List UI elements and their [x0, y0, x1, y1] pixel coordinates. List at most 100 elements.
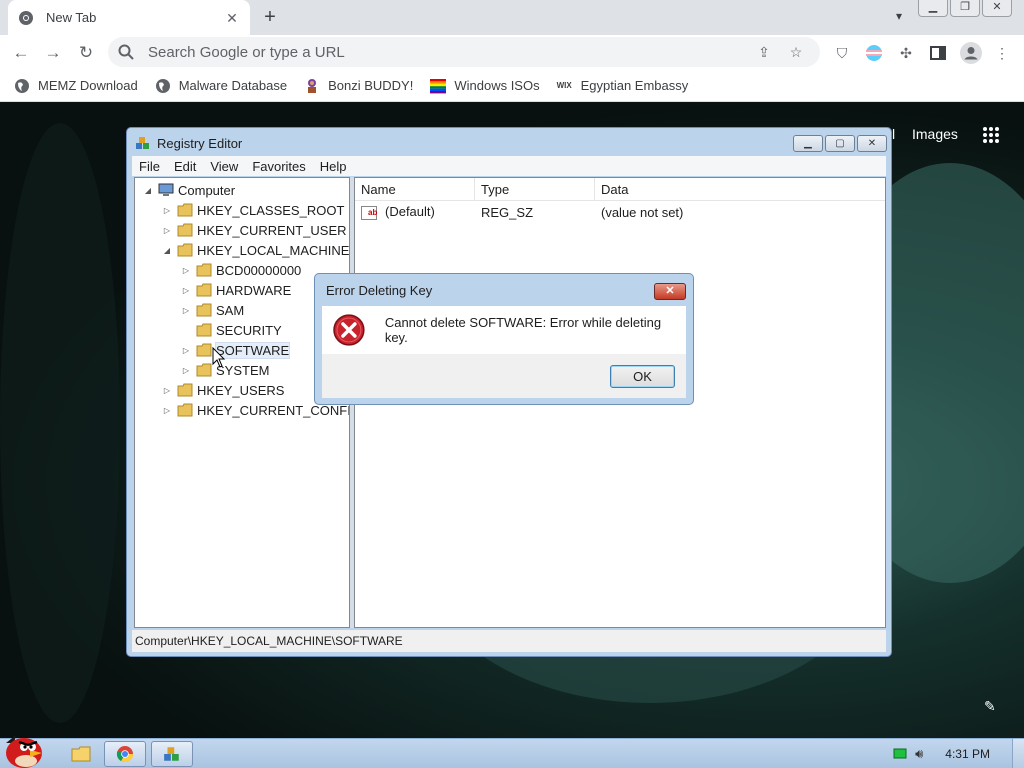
tree-label: HKEY_LOCAL_MACHINE — [197, 242, 350, 258]
back-arrow-icon[interactable]: ← — [10, 42, 32, 64]
address-bar[interactable]: Search Google or type a URL ⇪ ☆ — [108, 37, 820, 67]
google-apps-grid-icon[interactable] — [982, 126, 1000, 144]
tree-label: SOFTWARE — [214, 341, 291, 359]
tab-title: New Tab — [46, 10, 97, 25]
expand-arrow-icon[interactable]: ▷ — [181, 306, 191, 315]
taskbar-explorer[interactable] — [60, 741, 102, 767]
expand-arrow-icon[interactable]: ▷ — [162, 386, 172, 395]
tree-node-hkcu[interactable]: ▷ HKEY_CURRENT_USER — [162, 221, 347, 239]
bookmark-label: MEMZ Download — [38, 78, 138, 93]
expand-arrow-icon[interactable]: ▷ — [181, 286, 191, 295]
bookmark-windows-isos[interactable]: Windows ISOs — [430, 78, 540, 94]
restore-button[interactable]: ❐ — [950, 0, 980, 17]
status-path: Computer\HKEY_LOCAL_MACHINE\SOFTWARE — [135, 634, 403, 648]
tab-search-chevron-icon[interactable]: ▾ — [896, 9, 902, 23]
profile-avatar-icon[interactable] — [960, 42, 982, 64]
regedit-cubes-icon — [136, 137, 149, 149]
folder-icon — [177, 223, 193, 237]
kebab-menu-icon[interactable]: ⋮ — [993, 44, 1011, 62]
tree-node-bcd[interactable]: ▷ BCD00000000 — [181, 261, 301, 279]
expand-arrow-icon[interactable]: ▷ — [181, 366, 191, 375]
tree-node-hklm[interactable]: ◢ HKEY_LOCAL_MACHINE — [162, 241, 349, 259]
tree-label: SAM — [216, 302, 245, 318]
menu-help[interactable]: Help — [313, 159, 354, 174]
volume-speaker-icon[interactable]: 🔊︎ — [915, 746, 923, 762]
tree-label: HKEY_USERS — [197, 382, 285, 398]
angry-bird-start-icon[interactable] — [0, 733, 50, 768]
tree-node-hku[interactable]: ▷ HKEY_USERS — [162, 381, 285, 399]
bookmark-bonzi-buddy[interactable]: Bonzi BUDDY! — [304, 78, 413, 94]
status-bar: Computer\HKEY_LOCAL_MACHINE\SOFTWARE — [132, 630, 886, 652]
regedit-minimize-button[interactable]: ▁ — [793, 135, 823, 152]
clock[interactable]: 4:31 PM — [945, 747, 990, 761]
gmail-link-partial[interactable]: l — [892, 126, 895, 142]
column-header-name[interactable]: Name — [355, 178, 475, 200]
error-dialog-titlebar[interactable]: Error Deleting Key — [315, 274, 693, 306]
system-tray: 🔊︎ 4:31 PM — [893, 739, 1024, 768]
tree-node-computer[interactable]: ◢ Computer — [143, 181, 235, 199]
column-header-type[interactable]: Type — [475, 178, 595, 200]
side-panel-icon[interactable] — [929, 44, 947, 62]
menu-view[interactable]: View — [203, 159, 245, 174]
taskbar-regedit[interactable] — [151, 741, 193, 767]
value-data: (value not set) — [601, 204, 684, 220]
tree-node-security[interactable]: SECURITY — [181, 321, 282, 339]
wix-icon: WIX — [556, 80, 572, 90]
tab-strip: New Tab ✕ + ▾ ▁ ❐ ✕ — [0, 0, 1024, 35]
taskbar-chrome[interactable] — [104, 741, 146, 767]
bookmarks-bar: MEMZ Download Malware Database Bonzi BUD… — [0, 70, 1024, 102]
error-message: Cannot delete SOFTWARE: Error while dele… — [384, 315, 662, 345]
new-tab-button[interactable]: + — [260, 7, 280, 27]
mouse-cursor-icon — [212, 347, 226, 368]
explorer-folder-icon — [71, 746, 91, 762]
menu-favorites[interactable]: Favorites — [245, 159, 312, 174]
expand-arrow-icon[interactable]: ▷ — [162, 206, 172, 215]
share-icon[interactable]: ⇪ — [756, 44, 772, 60]
minimize-button[interactable]: ▁ — [918, 0, 948, 17]
rainbow-flag-icon — [430, 78, 447, 93]
menu-edit[interactable]: Edit — [167, 159, 203, 174]
bookmark-star-icon[interactable]: ☆ — [788, 44, 804, 60]
folder-icon — [196, 303, 212, 317]
expand-arrow-icon[interactable]: ▷ — [162, 406, 172, 415]
tree-node-hkcr[interactable]: ▷ HKEY_CLASSES_ROOT — [162, 201, 344, 219]
tree-node-software[interactable]: ▷ SOFTWARE — [181, 341, 291, 359]
forward-arrow-icon[interactable]: → — [42, 42, 64, 64]
reload-icon[interactable]: ↻ — [75, 42, 97, 64]
folder-icon — [196, 343, 212, 357]
close-window-button[interactable]: ✕ — [982, 0, 1012, 17]
expand-arrow-icon[interactable]: ▷ — [181, 266, 191, 275]
collapse-arrow-icon[interactable]: ◢ — [162, 246, 172, 255]
expand-arrow-icon[interactable]: ▷ — [181, 346, 191, 355]
show-desktop-button[interactable] — [1012, 739, 1024, 768]
tree-node-hardware[interactable]: ▷ HARDWARE — [181, 281, 291, 299]
ok-button[interactable]: OK — [610, 365, 675, 388]
expand-arrow-icon[interactable]: ▷ — [162, 226, 172, 235]
regedit-caption-buttons: ▁ ▢ ✕ — [793, 135, 887, 152]
computer-icon — [158, 183, 174, 196]
trans-flag-extension-icon[interactable] — [865, 44, 883, 62]
bookmark-malware-database[interactable]: Malware Database — [155, 78, 287, 94]
list-item[interactable]: ab (Default) REG_SZ (value not set) — [355, 201, 885, 223]
background-blob — [0, 123, 120, 723]
network-icon[interactable] — [893, 748, 907, 760]
tab-new-tab[interactable]: New Tab ✕ — [8, 0, 250, 35]
regedit-close-button[interactable]: ✕ — [857, 135, 887, 152]
menu-file[interactable]: File — [132, 159, 167, 174]
ublock-shield-icon[interactable]: ⛉ — [833, 44, 851, 62]
images-link[interactable]: Images — [912, 126, 958, 142]
regedit-maximize-button[interactable]: ▢ — [825, 135, 855, 152]
bookmark-memz-download[interactable]: MEMZ Download — [14, 78, 138, 94]
column-header-data[interactable]: Data — [595, 178, 885, 200]
dialog-close-button[interactable]: ✕ — [654, 283, 686, 300]
registry-editor-titlebar[interactable]: Registry Editor — [127, 128, 891, 158]
customize-pencil-icon[interactable]: ✎ — [984, 698, 1000, 714]
folder-icon — [177, 403, 193, 417]
collapse-arrow-icon[interactable]: ◢ — [143, 186, 153, 195]
bookmark-egyptian-embassy[interactable]: WIX Egyptian Embassy — [557, 78, 689, 94]
tree-node-sam[interactable]: ▷ SAM — [181, 301, 244, 319]
extensions-puzzle-icon[interactable]: ✣ — [897, 44, 915, 62]
bookmark-label: Windows ISOs — [454, 78, 540, 93]
tree-label: BCD00000000 — [216, 262, 302, 278]
tab-close-icon[interactable]: ✕ — [224, 10, 240, 26]
